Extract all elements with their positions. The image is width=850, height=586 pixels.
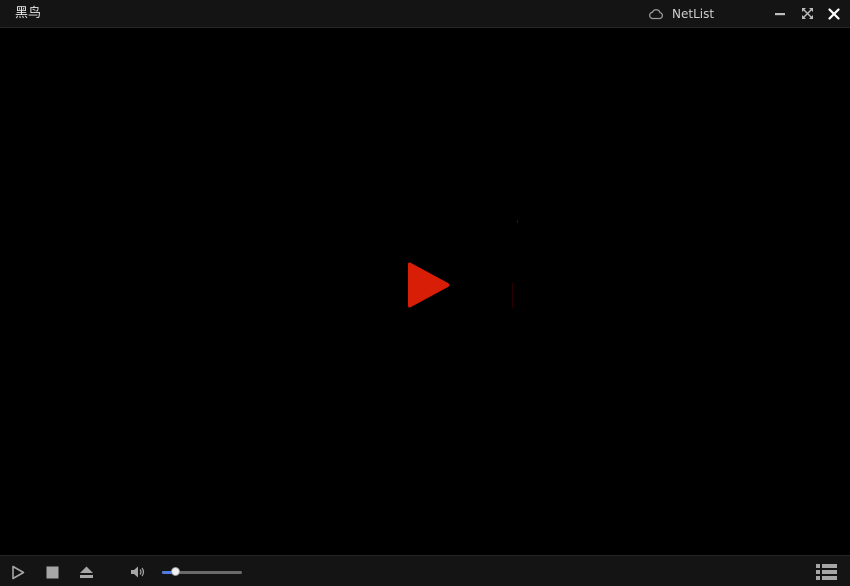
maximize-button[interactable] bbox=[798, 5, 816, 23]
maximize-icon bbox=[801, 5, 814, 24]
center-play-button[interactable] bbox=[405, 258, 453, 312]
stop-icon bbox=[46, 566, 58, 578]
eject-icon bbox=[79, 566, 93, 578]
playlist-icon bbox=[815, 564, 837, 580]
close-icon bbox=[828, 5, 840, 24]
title-bar[interactable]: 黑鸟 NetList bbox=[0, 0, 850, 28]
minimize-icon bbox=[774, 5, 786, 24]
play-icon bbox=[12, 565, 25, 579]
control-bar bbox=[0, 555, 850, 586]
volume-icon bbox=[131, 566, 145, 578]
play-button[interactable] bbox=[9, 564, 27, 580]
volume-button[interactable] bbox=[129, 564, 147, 580]
player-window: 黑鸟 NetList bbox=[0, 0, 850, 586]
play-icon bbox=[408, 262, 450, 308]
video-area[interactable] bbox=[0, 28, 850, 555]
netlist-button[interactable]: NetList bbox=[648, 4, 714, 24]
stop-button[interactable] bbox=[43, 564, 61, 580]
cloud-icon bbox=[648, 5, 664, 24]
window-title: 黑鸟 bbox=[15, 6, 42, 21]
video-artifact bbox=[517, 220, 518, 223]
eject-button[interactable] bbox=[77, 564, 95, 580]
volume-slider[interactable] bbox=[162, 567, 242, 576]
video-artifact bbox=[512, 283, 513, 308]
volume-slider-thumb[interactable] bbox=[171, 567, 181, 576]
close-button[interactable] bbox=[825, 5, 843, 23]
netlist-label: NetList bbox=[672, 7, 715, 21]
minimize-button[interactable] bbox=[771, 5, 789, 23]
playlist-button[interactable] bbox=[815, 564, 837, 580]
